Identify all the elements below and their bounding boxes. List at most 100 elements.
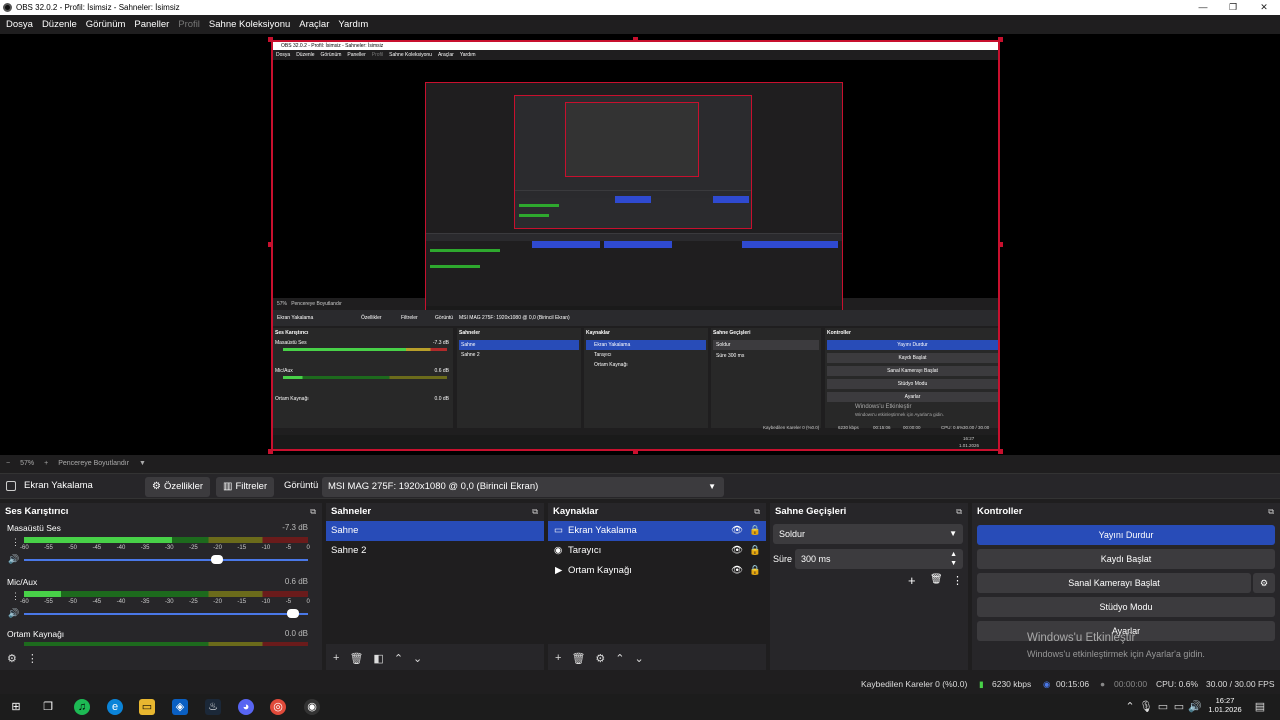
add-icon[interactable]: + [555,652,561,664]
eye-icon[interactable]: 👁 [731,561,743,581]
more-icon[interactable]: ⋮ [952,574,963,587]
menu-sahne-koleksiyonu[interactable]: Sahne Koleksiyonu [209,19,290,30]
display-icon[interactable]: ▭ [1155,699,1171,715]
fit-dropdown-icon[interactable]: ▼ [139,460,146,467]
move-up-icon[interactable]: ⌃ [394,652,403,665]
trash-icon[interactable]: 🗑 [571,652,585,665]
clock[interactable]: 16:27 1.01.2026 [1207,696,1243,714]
resize-handle[interactable] [998,242,1003,247]
menu-yardim[interactable]: Yardım [338,19,368,30]
spotify-icon[interactable]: ♫ [74,699,90,715]
obs-icon[interactable]: ◉ [304,699,320,715]
resize-handle[interactable] [268,37,273,42]
speaker-icon[interactable]: 🔊 [8,608,19,619]
menu-profil[interactable]: Profil [178,19,200,30]
float-icon[interactable]: ⧉ [310,503,316,520]
edge-icon[interactable]: e [107,699,123,715]
move-down-icon[interactable]: ⌄ [413,652,422,665]
float-icon[interactable]: ⧉ [754,503,760,520]
zoom-in-button[interactable]: + [44,460,48,467]
task-view-icon[interactable]: ❐ [40,699,56,715]
duration-spinbox[interactable]: 300 ms ▲ ▼ [795,549,963,569]
trash-icon[interactable]: 🗑 [930,574,943,585]
nested-preview-capture[interactable]: OBS 32.0.2 - Profil: İsimsiz - Sahneler:… [271,40,1000,451]
add-icon[interactable]: + [333,652,339,664]
mixer-menu-icon[interactable]: ⋮ [27,652,38,665]
chrome-icon[interactable]: ◎ [270,699,286,715]
add-icon[interactable]: + [908,573,916,588]
lock-icon[interactable]: 🔒 [749,521,761,541]
resize-handle[interactable] [998,37,1003,42]
resize-handle[interactable] [268,242,273,247]
fit-to-window-label[interactable]: Pencereye Boyutlandır [58,460,129,467]
advanced-audio-icon[interactable]: ⚙ [7,652,17,665]
close-button[interactable]: ✕ [1249,0,1279,15]
start-icon[interactable]: ⊞ [8,699,24,715]
resize-handle[interactable] [633,449,638,454]
eye-icon[interactable]: 👁 [731,541,743,561]
resize-handle[interactable] [633,37,638,42]
virtual-camera-settings-button[interactable]: ⚙ [1253,573,1275,593]
start-virtual-camera-button[interactable]: Sanal Kamerayı Başlat [977,573,1251,593]
gear-icon[interactable]: ⚙ [595,652,605,665]
float-icon[interactable]: ⧉ [532,503,538,520]
eye-icon[interactable]: 👁 [731,521,743,541]
steam-icon[interactable]: ♨ [205,699,221,715]
filters-button[interactable]: ▥ Filtreler [216,477,275,497]
trash-icon[interactable]: 🗑 [349,652,363,665]
network-icon[interactable]: ▭ [1171,699,1187,715]
resize-handle[interactable] [268,449,273,454]
slider-knob[interactable] [210,555,223,564]
menu-paneller[interactable]: Paneller [134,19,169,30]
notification-icon[interactable]: ▤ [1252,699,1268,715]
source-item[interactable]: ▶ Ortam Kaynağı 👁 🔒 [548,561,766,581]
transition-select[interactable]: Soldur ▼ [773,524,963,544]
slider-knob[interactable] [287,609,300,618]
volume-slider[interactable] [24,555,308,564]
properties-label: Özellikler [163,481,204,492]
volume-icon[interactable]: 🔊 [1187,699,1203,715]
maximize-button[interactable]: ❐ [1218,0,1248,15]
sources-list: ▭ Ekran Yakalama 👁 🔒 ◉ Tarayıcı 👁 🔒 ▶ Ortam Kay… [548,521,766,644]
scene-item[interactable]: Sahne [326,521,544,541]
nested-menu-item: Paneller [347,52,366,58]
stop-streaming-button[interactable]: Yayını Durdur [977,525,1275,545]
lock-icon[interactable]: 🔒 [749,561,761,581]
transition-type: Soldur [779,529,806,539]
properties-button[interactable]: ⚙ Özellikler [145,477,211,497]
nested-btn: Ayarlar [827,392,998,402]
more-icon[interactable]: ⋮ [11,591,20,602]
source-item[interactable]: ◉ Tarayıcı 👁 🔒 [548,541,766,561]
discord-icon[interactable]: ◕ [238,699,254,715]
file-explorer-icon[interactable]: ▭ [139,699,155,715]
speaker-icon[interactable]: 🔊 [8,554,19,565]
microphone-icon[interactable]: 🎙 [1138,699,1154,715]
scene-filters-icon[interactable]: ◧ [373,652,383,665]
source-item[interactable]: ▭ Ekran Yakalama 👁 🔒 [548,521,766,541]
scene-item[interactable]: Sahne 2 [326,541,544,561]
move-down-icon[interactable]: ⌄ [635,652,644,665]
lock-icon[interactable]: 🔒 [749,541,761,561]
float-icon[interactable]: ⧉ [1268,503,1274,520]
resize-handle[interactable] [998,449,1003,454]
float-icon[interactable]: ⧉ [956,503,962,520]
minimize-button[interactable]: — [1188,0,1218,15]
spin-down-icon[interactable]: ▼ [950,554,957,574]
cpu-usage: CPU: 0.6% [1156,679,1199,689]
store-icon[interactable]: ◈ [172,699,188,715]
menu-gorunum[interactable]: Görünüm [86,19,126,30]
nested-zoom: 57% [277,301,288,307]
display-select[interactable]: MSI MAG 275F: 1920x1080 @ 0,0 (Birincil … [322,477,724,497]
more-icon[interactable]: ⋮ [11,537,20,548]
zoom-out-button[interactable]: − [6,460,10,467]
move-up-icon[interactable]: ⌃ [615,652,624,665]
menu-araclar[interactable]: Araçlar [299,19,329,30]
nested-ch2-db: 0.6 dB [434,368,449,374]
studio-mode-button[interactable]: Stüdyo Modu [977,597,1275,617]
volume-slider[interactable] [24,609,308,618]
nested-fade: Soldur [713,340,819,350]
chevron-up-icon[interactable]: ⌃ [1122,699,1138,715]
start-recording-button[interactable]: Kaydı Başlat [977,549,1275,569]
menu-duzenle[interactable]: Düzenle [42,19,77,30]
menu-dosya[interactable]: Dosya [6,19,33,30]
